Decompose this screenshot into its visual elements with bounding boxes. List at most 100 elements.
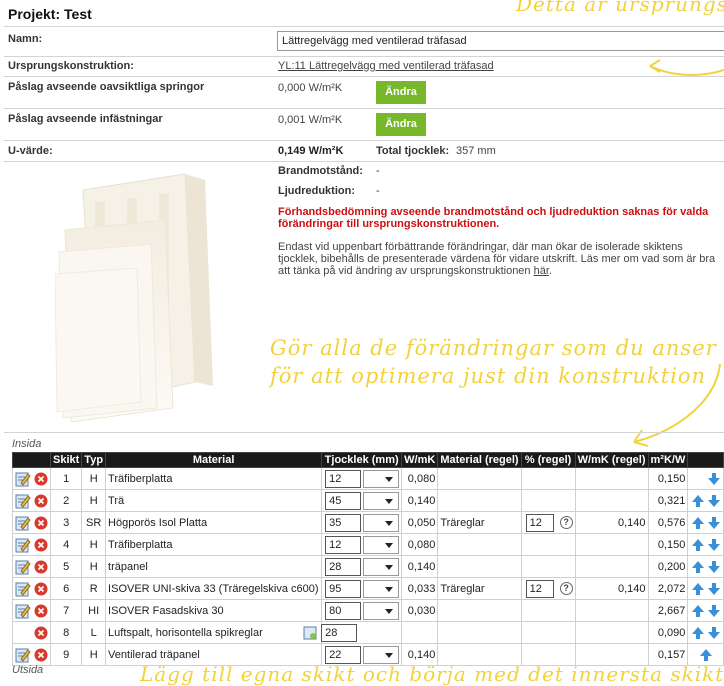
row-actions xyxy=(12,467,51,490)
delete-icon[interactable] xyxy=(34,604,48,618)
calculator-icon[interactable] xyxy=(303,626,317,640)
move-up-icon[interactable] xyxy=(691,538,705,552)
thickness-select[interactable] xyxy=(363,535,400,554)
layer-type: R xyxy=(81,577,107,600)
layer-material: Luftspalt, horisontella spikreglar xyxy=(105,621,323,644)
layer-thickness: 28 xyxy=(303,621,403,644)
thickness-input[interactable]: 28 xyxy=(325,557,362,576)
layer-regel-percent xyxy=(520,533,576,556)
layer-regel-wmk: 0,140 xyxy=(574,577,649,600)
layer-regel-percent: 12? xyxy=(520,511,576,534)
thickness-select[interactable] xyxy=(363,579,400,598)
layer-regel-material xyxy=(437,621,522,644)
move-up-icon[interactable] xyxy=(691,560,705,574)
delete-icon[interactable] xyxy=(34,626,48,640)
thickness-select[interactable] xyxy=(363,557,400,576)
thickness-select[interactable] xyxy=(363,491,400,510)
layer-move xyxy=(687,577,724,600)
move-down-icon[interactable] xyxy=(707,538,721,552)
layer-thickness: 95 xyxy=(321,577,403,600)
move-up-icon[interactable] xyxy=(691,626,705,640)
col-wmk: W/mK xyxy=(401,452,439,468)
layer-material-text: ISOVER Fasadskiva 30 xyxy=(108,604,224,617)
layer-number: 6 xyxy=(49,577,83,600)
edit-icon[interactable] xyxy=(15,647,31,663)
layer-move xyxy=(687,511,724,534)
fix-row: Påslag avseende infästningar 0,001 W/m²K… xyxy=(4,108,724,140)
layer-material: Träfiberplatta xyxy=(105,533,323,556)
delete-icon[interactable] xyxy=(34,516,48,530)
table-row: 7 HI ISOVER Fasadskiva 30 80 0,030 2,667 xyxy=(12,599,724,622)
move-down-icon[interactable] xyxy=(707,516,721,530)
thickness-select[interactable] xyxy=(363,513,400,532)
layer-type: L xyxy=(81,621,107,644)
sound-value: - xyxy=(376,185,380,197)
layer-material-text: Träfiberplatta xyxy=(108,538,173,551)
thickness-input[interactable]: 80 xyxy=(325,601,362,620)
thickness-select[interactable] xyxy=(363,601,400,620)
thickness-input[interactable]: 28 xyxy=(321,623,358,642)
layer-type: H xyxy=(81,533,107,556)
delete-icon[interactable] xyxy=(34,472,48,486)
layer-number: 1 xyxy=(49,467,83,490)
change-gap-button[interactable]: Ändra xyxy=(376,81,426,104)
move-up-icon[interactable] xyxy=(699,648,713,662)
project-title: Projekt: Test xyxy=(8,6,92,22)
layer-number: 2 xyxy=(49,489,83,512)
thickness-input[interactable]: 12 xyxy=(325,469,362,488)
edit-icon[interactable] xyxy=(15,603,31,619)
help-icon[interactable]: ? xyxy=(559,516,573,529)
move-up-icon[interactable] xyxy=(691,582,705,596)
thickness-input[interactable]: 45 xyxy=(325,491,362,510)
layer-regel-percent xyxy=(520,599,576,622)
move-down-icon[interactable] xyxy=(707,472,721,486)
percent-input[interactable]: 12 xyxy=(525,579,554,598)
table-row: 1 H Träfiberplatta 12 0,080 0,150 xyxy=(12,467,724,490)
layer-resistance: 2,072 xyxy=(647,577,689,600)
origin-link[interactable]: YL:11 Lättregelvägg med ventilerad träfa… xyxy=(278,60,494,72)
edit-icon[interactable] xyxy=(15,537,31,553)
edit-icon[interactable] xyxy=(15,581,31,597)
col-type: Typ xyxy=(81,452,107,468)
move-up-icon[interactable] xyxy=(691,516,705,530)
help-icon[interactable]: ? xyxy=(559,582,573,595)
thickness-select[interactable] xyxy=(363,645,400,664)
move-down-icon[interactable] xyxy=(707,626,721,640)
layer-thickness: 45 xyxy=(321,489,403,512)
delete-icon[interactable] xyxy=(34,582,48,596)
layer-regel-percent xyxy=(520,489,576,512)
delete-icon[interactable] xyxy=(34,560,48,574)
row-actions xyxy=(12,511,51,534)
change-fix-button[interactable]: Ändra xyxy=(376,113,426,136)
thickness-input[interactable]: 12 xyxy=(325,535,362,554)
layer-wmk: 0,030 xyxy=(401,599,439,622)
layer-material-text: Ventilerad träpanel xyxy=(108,648,200,661)
edit-icon[interactable] xyxy=(15,515,31,531)
thickness-label: Total tjocklek: xyxy=(376,145,450,157)
delete-icon[interactable] xyxy=(34,648,48,662)
move-down-icon[interactable] xyxy=(707,494,721,508)
thickness-input[interactable]: 95 xyxy=(325,579,362,598)
thickness-input[interactable]: 35 xyxy=(325,513,362,532)
delete-icon[interactable] xyxy=(34,538,48,552)
thickness-input[interactable]: 22 xyxy=(325,645,362,664)
edit-icon[interactable] xyxy=(15,493,31,509)
edit-icon[interactable] xyxy=(15,471,31,487)
name-input[interactable] xyxy=(277,31,724,51)
move-down-icon[interactable] xyxy=(707,582,721,596)
move-down-icon[interactable] xyxy=(707,604,721,618)
outside-label: Utsida xyxy=(12,664,44,676)
percent-input[interactable]: 12 xyxy=(525,513,554,532)
move-down-icon[interactable] xyxy=(707,560,721,574)
move-up-icon[interactable] xyxy=(691,494,705,508)
col-thickness: Tjocklek (mm) xyxy=(321,452,403,468)
layer-resistance: 0,321 xyxy=(647,489,689,512)
edit-icon[interactable] xyxy=(15,559,31,575)
layer-type: H xyxy=(81,467,107,490)
delete-icon[interactable] xyxy=(34,494,48,508)
layer-regel-material xyxy=(437,599,522,622)
thickness-select[interactable] xyxy=(363,469,400,488)
info-link[interactable]: här xyxy=(534,265,549,277)
info-text: Endast vid uppenbart förbättrande föränd… xyxy=(278,241,716,277)
move-up-icon[interactable] xyxy=(691,604,705,618)
